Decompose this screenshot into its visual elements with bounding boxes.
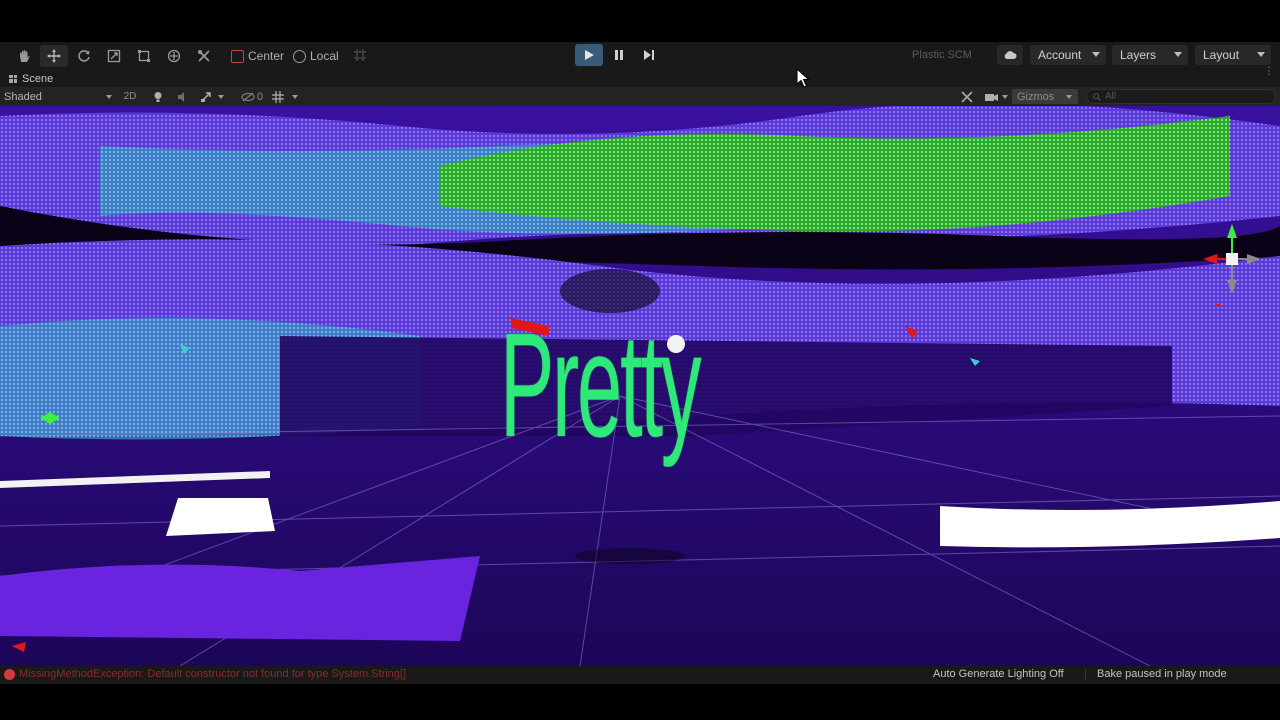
pause-button[interactable] xyxy=(605,44,633,66)
play-controls xyxy=(575,44,663,66)
draw-mode-dropdown[interactable]: Shaded xyxy=(4,89,112,104)
chevron-down-icon xyxy=(1092,52,1100,57)
letterbox-bottom xyxy=(0,684,1280,720)
text-3d-label: Pretty xyxy=(500,303,702,468)
mouse-cursor-icon xyxy=(796,68,810,88)
chevron-down-icon xyxy=(1174,52,1182,57)
gizmos-label: Gizmos xyxy=(1017,90,1055,103)
camera-icon xyxy=(985,93,998,101)
pivot-mode-label: Center xyxy=(248,49,285,63)
tab-scene[interactable]: Scene xyxy=(0,70,64,87)
step-icon xyxy=(644,50,654,60)
custom-tool-icon[interactable] xyxy=(190,45,218,67)
chevron-down-icon xyxy=(106,94,112,99)
scene-search-input[interactable]: All xyxy=(1086,89,1276,104)
scene-grid-icon xyxy=(9,74,17,83)
layers-dropdown[interactable]: Layers xyxy=(1112,45,1188,65)
hidden-count: 0 xyxy=(257,90,264,103)
effects-icon xyxy=(201,91,211,102)
tools-toggle-icon[interactable] xyxy=(961,89,975,104)
move-tool-icon[interactable] xyxy=(40,45,68,67)
search-icon xyxy=(1093,92,1101,101)
text-3d-object[interactable]: Pretty xyxy=(0,106,1280,666)
camera-dropdown[interactable] xyxy=(985,89,1011,104)
search-placeholder: All xyxy=(1105,91,1117,102)
status-bar: MissingMethodException: Default construc… xyxy=(0,666,1280,684)
play-icon xyxy=(585,50,594,60)
2d-toggle[interactable]: 2D xyxy=(118,89,142,104)
pivot-rotation-toggle[interactable]: Local xyxy=(293,46,339,66)
hand-tool-icon[interactable] xyxy=(10,45,38,67)
tool-group xyxy=(10,45,218,67)
plastic-scm-label: Plastic SCM xyxy=(912,49,972,61)
draw-mode-label: Shaded xyxy=(4,90,42,103)
2d-label: 2D xyxy=(123,91,137,102)
plastic-scm-button[interactable]: Plastic SCM xyxy=(897,46,987,64)
lighting-status[interactable]: Auto Generate Lighting Off xyxy=(933,668,1064,680)
lighting-toggle-icon[interactable] xyxy=(153,89,167,104)
gizmos-dropdown[interactable]: Gizmos xyxy=(1012,89,1078,104)
pause-icon xyxy=(615,50,623,60)
scene-tab-bar: Scene xyxy=(0,70,1280,87)
audio-toggle-icon[interactable] xyxy=(177,89,191,104)
grid-icon xyxy=(272,90,284,103)
bake-status[interactable]: Bake paused in play mode xyxy=(1097,668,1227,680)
grid-toggle[interactable] xyxy=(272,89,308,104)
console-error-message[interactable]: MissingMethodException: Default construc… xyxy=(19,668,406,680)
letterbox-top xyxy=(0,0,1280,42)
orientation-gizmo-icon[interactable] xyxy=(1195,216,1265,306)
hidden-eye-icon xyxy=(241,92,255,101)
account-dropdown[interactable]: Account xyxy=(1030,45,1106,65)
scene-tab-label: Scene xyxy=(22,72,54,85)
cloud-icon xyxy=(1004,51,1017,59)
rotate-tool-icon[interactable] xyxy=(70,45,98,67)
chevron-down-icon xyxy=(1002,94,1008,99)
effects-dropdown[interactable] xyxy=(200,89,234,104)
layout-dropdown[interactable]: Layout xyxy=(1195,45,1271,65)
error-icon[interactable] xyxy=(4,669,15,680)
play-button[interactable] xyxy=(575,44,603,66)
transform-tool-icon[interactable] xyxy=(160,45,188,67)
chevron-down-icon xyxy=(292,94,298,99)
scale-tool-icon[interactable] xyxy=(100,45,128,67)
rect-tool-icon[interactable] xyxy=(130,45,158,67)
chevron-down-icon xyxy=(1066,94,1072,99)
pivot-local-icon xyxy=(293,49,306,63)
pivot-center-icon xyxy=(231,49,244,63)
grid-snap-icon[interactable] xyxy=(353,48,367,62)
status-divider xyxy=(1085,669,1086,681)
chevron-down-icon xyxy=(218,94,224,99)
cloud-button[interactable] xyxy=(997,45,1023,65)
chevron-down-icon xyxy=(1257,52,1265,57)
account-label: Account xyxy=(1038,48,1082,62)
step-button[interactable] xyxy=(635,44,663,66)
scene-visibility-toggle[interactable]: 0 xyxy=(241,89,267,104)
tab-menu-icon[interactable]: ⋮ xyxy=(1264,67,1274,77)
layers-label: Layers xyxy=(1120,48,1157,62)
pivot-rotation-label: Local xyxy=(310,49,339,63)
layout-label: Layout xyxy=(1203,48,1240,62)
scene-viewport[interactable]: Pretty xyxy=(0,106,1280,666)
pivot-mode-toggle[interactable]: Center xyxy=(231,46,284,66)
